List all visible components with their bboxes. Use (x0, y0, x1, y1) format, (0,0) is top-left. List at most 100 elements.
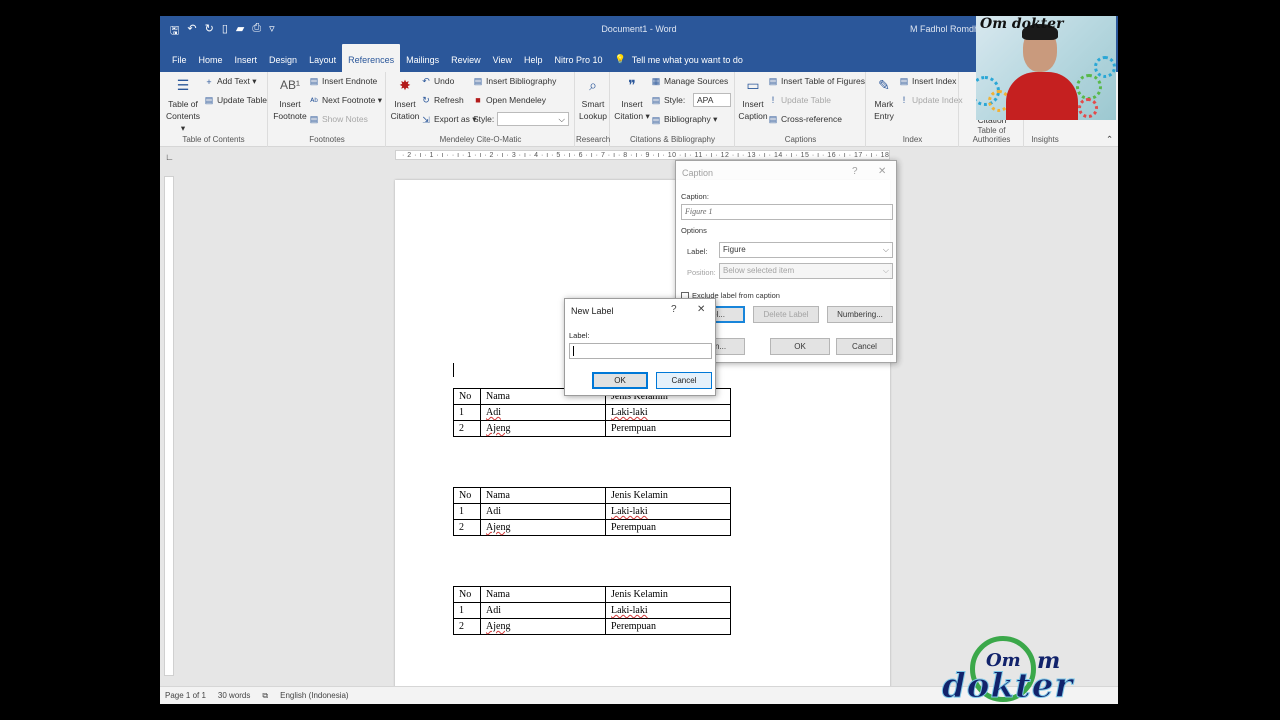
insert-footnote-button[interactable]: AB¹ Insert Footnote (271, 74, 309, 122)
new-label-dialog-title: New Label (571, 306, 614, 316)
cross-reference-button[interactable]: ▤ Cross-reference (768, 114, 842, 124)
tab-home[interactable]: Home (193, 44, 229, 72)
tab-references[interactable]: References (342, 44, 401, 72)
tab-nitro[interactable]: Nitro Pro 10 (549, 44, 609, 72)
tab-design[interactable]: Design (263, 44, 303, 72)
table-cell[interactable]: Nama (480, 586, 606, 603)
position-select[interactable]: Below selected item ⌵ (719, 263, 893, 279)
table-cell[interactable]: Adi (480, 404, 606, 421)
insert-caption-label-2: Caption (738, 111, 768, 121)
table-2[interactable]: No Nama Jenis Kelamin 1 Adi Laki-laki 2 … (453, 487, 731, 536)
table-cell[interactable]: Laki-laki (605, 404, 731, 421)
tab-help[interactable]: Help (518, 44, 549, 72)
table-cell[interactable]: Laki-laki (605, 503, 731, 520)
close-icon[interactable]: ✕ (878, 166, 886, 177)
citation-style-select[interactable]: APA (693, 93, 731, 107)
table-cell[interactable]: No (453, 487, 481, 504)
table-cell[interactable]: No (453, 586, 481, 603)
insert-caption-button[interactable]: ▭ Insert Caption (738, 74, 768, 122)
table-cell[interactable]: 2 (453, 618, 481, 635)
caption-cancel-button[interactable]: Cancel (836, 338, 893, 355)
update-table-button[interactable]: ▤ Update Table (204, 95, 267, 105)
table-cell[interactable]: 1 (453, 503, 481, 520)
open-mendeley-button[interactable]: ■ Open Mendeley (473, 95, 546, 105)
proofing-icon[interactable]: ⧉ (262, 691, 268, 701)
table-row: 2 Ajeng Perempuan (453, 618, 731, 635)
table-cell[interactable]: Laki-laki (605, 602, 731, 619)
tell-me-box[interactable]: 💡 Tell me what you want to do (609, 44, 749, 72)
page-count[interactable]: Page 1 of 1 (165, 691, 206, 700)
word-count[interactable]: 30 words (218, 691, 250, 700)
help-icon[interactable]: ? (852, 166, 858, 177)
add-text-label: Add Text ▾ (217, 76, 257, 86)
table-cell[interactable]: 2 (453, 420, 481, 437)
tab-view[interactable]: View (487, 44, 518, 72)
mendeley-export-button[interactable]: ⇲ Export as ▾ (421, 114, 476, 125)
table-cell[interactable]: 1 (453, 404, 481, 421)
options-label: Options (681, 226, 707, 235)
collapse-ribbon-icon[interactable]: ⌃ (1106, 134, 1113, 145)
refresh-icon: ↻ (422, 95, 430, 105)
delete-label-button[interactable]: Delete Label (753, 306, 819, 323)
tab-review[interactable]: Review (445, 44, 487, 72)
bibliography-label: Bibliography ▾ (664, 114, 718, 124)
table-cell[interactable]: Perempuan (605, 618, 731, 635)
table-cell[interactable]: Jenis Kelamin (605, 586, 731, 603)
update-index-label: Update Index (912, 95, 963, 105)
table-cell[interactable]: Adi (480, 503, 606, 520)
group-label-research: Research (576, 135, 611, 144)
new-label-ok-button[interactable]: OK (592, 372, 648, 389)
insert-endnote-button[interactable]: ▤ Insert Endnote (309, 76, 378, 86)
horizontal-ruler[interactable]: · 2 · ı · 1 · ı · · ı · 1 · ı · 2 · ı · … (395, 150, 890, 160)
tab-layout[interactable]: Layout (303, 44, 342, 72)
table-cell[interactable]: Perempuan (605, 519, 731, 536)
help-icon[interactable]: ? (671, 304, 677, 315)
update-index-button[interactable]: ! Update Index (899, 95, 963, 105)
table-of-contents-button[interactable]: ☰ Table of Contents ▾ (164, 74, 202, 134)
table-cell[interactable]: Perempuan (605, 420, 731, 437)
smart-lookup-button[interactable]: ⌕ Smart Lookup (576, 74, 610, 122)
language-indicator[interactable]: English (Indonesia) (280, 691, 348, 700)
numbering-button[interactable]: Numbering... (827, 306, 893, 323)
mendeley-undo-button[interactable]: ↶ Undo (421, 76, 454, 86)
table-3[interactable]: No Nama Jenis Kelamin 1 Adi Laki-laki 2 … (453, 586, 731, 635)
tab-selector-icon[interactable]: ∟ (165, 152, 174, 162)
caption-text-field[interactable]: Figure 1 (681, 204, 893, 220)
next-footnote-button[interactable]: ᴬᵇ Next Footnote ▾ (309, 95, 382, 106)
citation-style-value: APA (697, 95, 714, 105)
tab-mailings[interactable]: Mailings (400, 44, 445, 72)
table-cell[interactable]: Nama (480, 487, 606, 504)
show-notes-button[interactable]: ▤ Show Notes (309, 114, 368, 124)
insert-table-of-figures-button[interactable]: ▤ Insert Table of Figures (768, 76, 865, 86)
vertical-ruler[interactable] (164, 176, 174, 676)
table-cell[interactable]: Jenis Kelamin (605, 487, 731, 504)
mark-entry-button[interactable]: ✎ Mark Entry (869, 74, 899, 122)
insert-index-button[interactable]: ▤ Insert Index (899, 76, 957, 86)
mendeley-insert-citation-button[interactable]: ✸ Insert Citation (389, 74, 421, 122)
tab-file[interactable]: File (166, 44, 193, 72)
tab-insert[interactable]: Insert (229, 44, 264, 72)
insert-bibliography-button[interactable]: ▤ Insert Bibliography (473, 76, 557, 86)
table-cell[interactable]: 2 (453, 519, 481, 536)
insert-citation-button[interactable]: ❞ Insert Citation ▾ (613, 74, 651, 122)
mendeley-refresh-button[interactable]: ↻ Refresh (421, 95, 464, 105)
table-cell[interactable]: Ajeng (480, 618, 606, 635)
new-label-text-field[interactable] (569, 343, 712, 359)
bibliography-button[interactable]: ▤ Bibliography ▾ (651, 114, 718, 125)
close-icon[interactable]: ✕ (697, 304, 705, 315)
update-tof-button[interactable]: ! Update Table (768, 95, 831, 105)
mendeley-style-select[interactable]: ⌵ (497, 112, 569, 126)
ribbon-tabs: File Home Insert Design Layout Reference… (160, 42, 1118, 72)
manage-sources-icon: ▦ (651, 76, 661, 86)
caption-ok-button[interactable]: OK (770, 338, 830, 355)
label-select[interactable]: Figure ⌵ (719, 242, 893, 258)
table-cell[interactable]: No (453, 388, 481, 405)
table-cell[interactable]: 1 (453, 602, 481, 619)
add-text-button[interactable]: + Add Text ▾ (204, 76, 257, 87)
manage-sources-button[interactable]: ▦ Manage Sources (651, 76, 729, 86)
table-cell[interactable]: Adi (480, 602, 606, 619)
table-cell[interactable]: Ajeng (480, 519, 606, 536)
table-cell[interactable]: Ajeng (480, 420, 606, 437)
gear-icon (1094, 56, 1116, 78)
new-label-cancel-button[interactable]: Cancel (656, 372, 712, 389)
